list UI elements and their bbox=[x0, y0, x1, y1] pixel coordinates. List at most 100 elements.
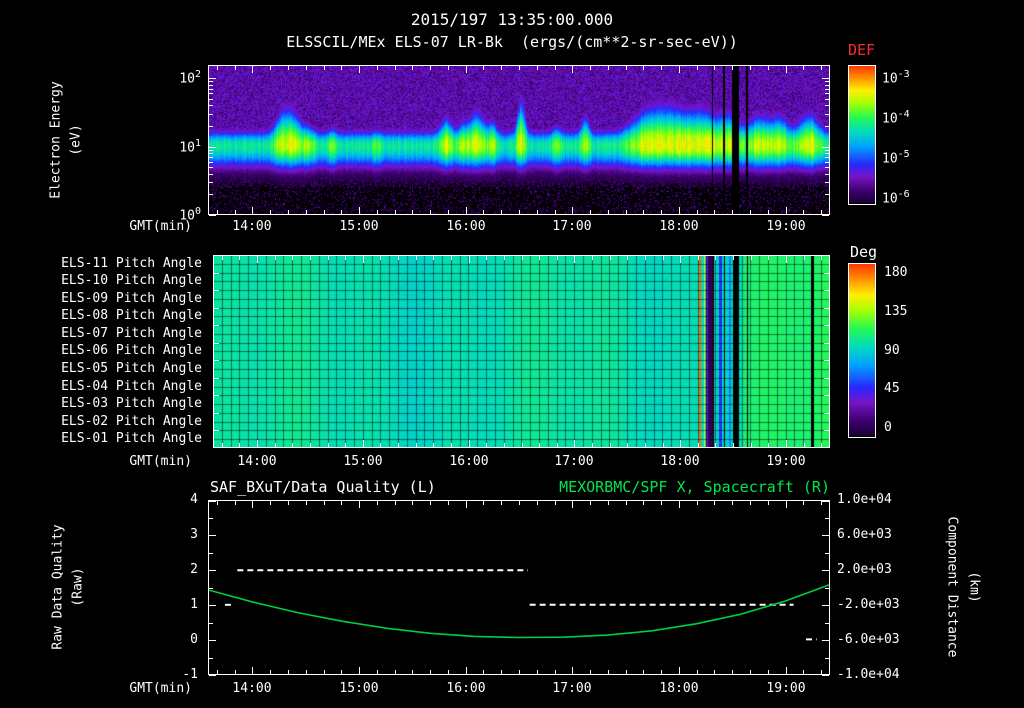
tick-mark bbox=[341, 501, 342, 505]
tick-mark bbox=[522, 443, 523, 447]
tick-mark bbox=[214, 430, 219, 431]
tick-mark bbox=[679, 66, 680, 70]
tick-mark bbox=[786, 256, 787, 260]
tick-mark bbox=[430, 670, 431, 674]
tick-mark bbox=[252, 670, 253, 674]
deg-colorbar-title: Deg bbox=[850, 243, 878, 261]
right-axis-tick-label: 6.0e+03 bbox=[837, 527, 892, 542]
tick-mark bbox=[235, 670, 236, 674]
tick-mark bbox=[395, 210, 396, 214]
left-axis-tick-label: 3 bbox=[190, 527, 198, 542]
tick-mark bbox=[661, 210, 662, 214]
tick-mark bbox=[270, 670, 271, 674]
tick-mark bbox=[750, 501, 751, 505]
tick-mark bbox=[209, 78, 216, 79]
tick-mark bbox=[590, 66, 591, 70]
tick-mark bbox=[328, 443, 329, 447]
tick-mark bbox=[306, 210, 307, 214]
x-tick-label: 18:00 bbox=[659, 681, 699, 696]
x-tick-label: 17:00 bbox=[554, 454, 594, 469]
tick-mark bbox=[803, 501, 804, 505]
tick-mark bbox=[324, 501, 325, 505]
tick-mark bbox=[768, 670, 769, 674]
tick-mark bbox=[824, 308, 829, 309]
x-tick-label: 19:00 bbox=[766, 454, 806, 469]
tick-mark bbox=[448, 670, 449, 674]
tick-mark bbox=[626, 501, 627, 505]
tick-mark bbox=[732, 670, 733, 674]
tick-mark bbox=[239, 256, 240, 260]
tick-mark bbox=[448, 501, 449, 505]
tick-mark bbox=[310, 256, 311, 260]
tick-mark bbox=[270, 210, 271, 214]
tick-mark bbox=[822, 640, 829, 641]
tick-mark bbox=[252, 66, 253, 70]
tick-mark bbox=[824, 360, 829, 361]
tick-mark bbox=[715, 443, 716, 447]
tick-mark bbox=[768, 210, 769, 214]
tick-mark bbox=[209, 167, 213, 168]
right-axis-tick-label: -1.0e+04 bbox=[837, 667, 900, 682]
tick-mark bbox=[292, 443, 293, 447]
tick-mark bbox=[679, 501, 680, 505]
tick-mark bbox=[486, 256, 487, 260]
tick-mark bbox=[557, 256, 558, 260]
tick-mark bbox=[555, 66, 556, 70]
tick-mark bbox=[209, 570, 216, 571]
tick-mark bbox=[824, 325, 829, 326]
left-axis-units: (Raw) bbox=[70, 567, 86, 607]
tick-mark bbox=[483, 670, 484, 674]
tick-mark bbox=[825, 81, 829, 82]
x-tick-label: 16:00 bbox=[446, 681, 486, 696]
tick-mark bbox=[430, 210, 431, 214]
tick-mark bbox=[572, 66, 573, 70]
tick-mark bbox=[679, 670, 680, 674]
tick-mark bbox=[252, 501, 253, 505]
tick-mark bbox=[501, 501, 502, 505]
tick-mark bbox=[252, 210, 253, 214]
tick-mark bbox=[222, 256, 223, 260]
tick-mark bbox=[750, 66, 751, 70]
tick-mark bbox=[825, 174, 829, 175]
left-axis-tick-label: 1 bbox=[190, 597, 198, 612]
tick-mark bbox=[825, 167, 829, 168]
tick-mark bbox=[572, 501, 573, 505]
tick-mark bbox=[288, 210, 289, 214]
tick-mark bbox=[697, 66, 698, 70]
tick-mark bbox=[661, 670, 662, 674]
tick-mark bbox=[608, 66, 609, 70]
tick-mark bbox=[786, 210, 787, 214]
tick-mark bbox=[786, 443, 787, 447]
tick-mark bbox=[825, 126, 829, 127]
tick-mark bbox=[680, 256, 681, 260]
tick-mark bbox=[501, 210, 502, 214]
tick-mark bbox=[209, 194, 213, 195]
x-tick-label: 19:00 bbox=[766, 681, 806, 696]
tick-mark bbox=[363, 256, 364, 260]
tick-mark bbox=[608, 501, 609, 505]
tick-mark bbox=[235, 66, 236, 70]
tick-mark bbox=[209, 81, 213, 82]
tick-mark bbox=[377, 670, 378, 674]
tick-mark bbox=[448, 66, 449, 70]
tick-mark bbox=[825, 162, 829, 163]
tick-mark bbox=[822, 675, 829, 676]
tick-mark bbox=[804, 256, 805, 260]
x-tick-label: 19:00 bbox=[766, 219, 806, 234]
tick-mark bbox=[209, 162, 213, 163]
line-title-left: SAF_BXuT/Data Quality (L) bbox=[210, 478, 436, 496]
els-row-label: ELS-09 Pitch Angle bbox=[61, 290, 202, 306]
tick-mark bbox=[209, 89, 213, 90]
tick-mark bbox=[539, 443, 540, 447]
tick-mark bbox=[821, 210, 822, 214]
right-axis-label: Component Distance bbox=[944, 516, 960, 658]
tick-mark bbox=[377, 66, 378, 70]
tick-mark bbox=[824, 290, 829, 291]
els-row-label: ELS-05 Pitch Angle bbox=[61, 361, 202, 377]
right-axis-tick-label: -6.0e+03 bbox=[837, 632, 900, 647]
tick-mark bbox=[825, 182, 829, 183]
tick-mark bbox=[825, 150, 829, 151]
tick-mark bbox=[733, 256, 734, 260]
tick-mark bbox=[643, 210, 644, 214]
tick-mark bbox=[209, 501, 216, 502]
